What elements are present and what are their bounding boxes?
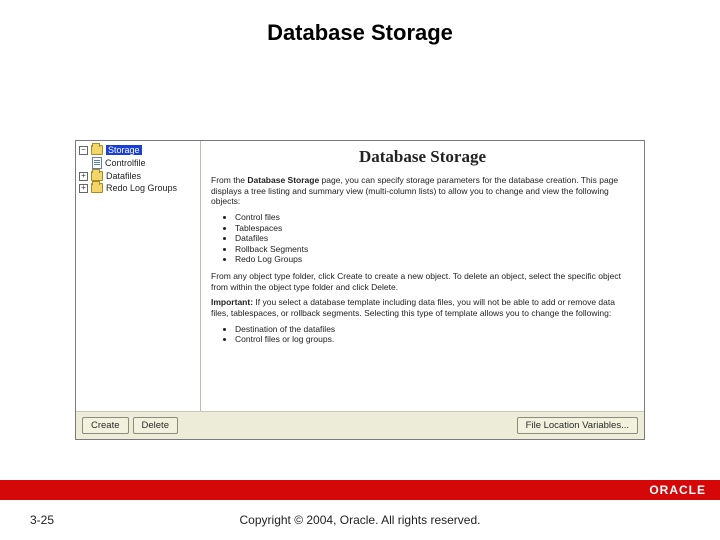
list-item: Control files xyxy=(235,212,634,223)
content-para-2: From any object type folder, click Creat… xyxy=(211,271,634,292)
app-body: − Storage Controlfile + Datafiles + xyxy=(76,141,644,411)
create-button[interactable]: Create xyxy=(82,417,129,434)
content-list-2: Destination of the datafiles Control fil… xyxy=(235,324,634,345)
folder-icon xyxy=(91,171,103,181)
delete-button[interactable]: Delete xyxy=(133,417,178,434)
content-panel: Database Storage From the Database Stora… xyxy=(201,141,644,411)
slide-title: Database Storage xyxy=(0,20,720,46)
content-list-1: Control files Tablespaces Datafiles Roll… xyxy=(235,212,634,265)
expand-icon[interactable]: + xyxy=(79,184,88,193)
expand-icon[interactable]: + xyxy=(79,172,88,181)
tree-item-controlfile[interactable]: Controlfile xyxy=(78,156,198,170)
content-para-1: From the Database Storage page, you can … xyxy=(211,175,634,207)
tree-root-storage[interactable]: − Storage xyxy=(78,144,198,156)
tree-panel: − Storage Controlfile + Datafiles + xyxy=(76,141,201,411)
tree-item-label: Datafiles xyxy=(106,171,141,181)
folder-icon xyxy=(91,145,103,155)
tree-item-label: Redo Log Groups xyxy=(106,183,177,193)
copyright-text: Copyright © 2004, Oracle. All rights res… xyxy=(0,513,720,527)
list-item: Rollback Segments xyxy=(235,244,634,255)
folder-icon xyxy=(91,183,103,193)
tree-item-label: Controlfile xyxy=(105,158,146,168)
oracle-logo: ORACLE xyxy=(649,483,706,497)
document-icon xyxy=(92,157,102,169)
page-number: 3-25 xyxy=(30,513,54,527)
list-item: Destination of the datafiles xyxy=(235,324,634,335)
list-item: Tablespaces xyxy=(235,223,634,234)
list-item: Datafiles xyxy=(235,233,634,244)
list-item: Control files or log groups. xyxy=(235,334,634,345)
button-bar: Create Delete File Location Variables... xyxy=(76,411,644,439)
list-item: Redo Log Groups xyxy=(235,254,634,265)
collapse-icon[interactable]: − xyxy=(79,146,88,155)
footer-bar: 3-25 Copyright © 2004, Oracle. All right… xyxy=(0,500,720,540)
slide-body: Database Storage − Storage Controlfile +… xyxy=(0,0,720,480)
file-location-variables-button[interactable]: File Location Variables... xyxy=(517,417,638,434)
app-window: − Storage Controlfile + Datafiles + xyxy=(75,140,645,440)
tree-root-label: Storage xyxy=(106,145,142,155)
content-heading: Database Storage xyxy=(211,147,634,167)
footer-brand-bar: ORACLE xyxy=(0,480,720,500)
tree-item-redolog[interactable]: + Redo Log Groups xyxy=(78,182,198,194)
content-para-3: Important: If you select a database temp… xyxy=(211,297,634,318)
